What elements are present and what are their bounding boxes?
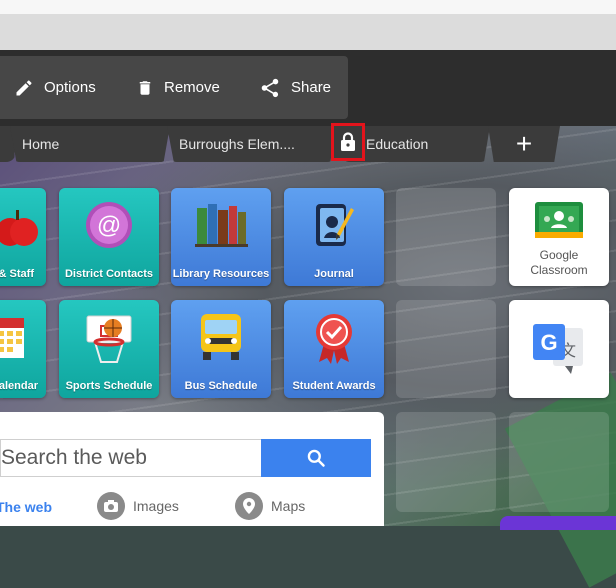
tab-education-label: Education <box>366 136 429 152</box>
plus-icon: + <box>515 128 533 159</box>
google-translate-icon: 文G <box>509 322 609 376</box>
award-ribbon-icon <box>284 310 384 364</box>
share-button[interactable]: Share <box>259 56 331 119</box>
tile-student-awards-label: Student Awards <box>292 380 376 392</box>
classroom-label-line1: Google <box>539 248 579 262</box>
tile-google-classroom[interactable]: Google Classroom <box>509 188 609 286</box>
calendar-icon <box>0 316 46 362</box>
search-tab-images[interactable]: Images <box>97 492 179 520</box>
search-placeholder: Search the web <box>1 446 147 469</box>
svg-text:G: G <box>540 330 557 355</box>
camera-icon <box>97 492 125 520</box>
tile-student-awards[interactable]: Student Awards <box>284 300 384 398</box>
remove-button[interactable]: Remove <box>136 56 220 119</box>
tile-calendar-label: alendar <box>0 380 38 392</box>
pencil-icon <box>16 80 32 95</box>
tile-calendar[interactable]: alendar <box>0 300 46 398</box>
search-button[interactable] <box>261 439 371 477</box>
empty-tile[interactable] <box>396 300 496 398</box>
tile-sports-schedule[interactable]: Sports Schedule <box>59 300 159 398</box>
tile-journal-label: Journal <box>314 268 354 280</box>
search-tab-images-label: Images <box>133 498 179 514</box>
options-label: Options <box>44 79 96 96</box>
tile-google-translate[interactable]: 文G <box>509 300 609 398</box>
tab-burroughs[interactable]: Burroughs Elem.... <box>167 126 337 162</box>
search-widget: Search the web The web Images Maps <box>0 412 384 526</box>
classroom-label-line2: Classroom <box>530 263 588 277</box>
journal-icon <box>284 200 384 252</box>
tile-library-resources[interactable]: Library Resources <box>171 188 271 286</box>
empty-tile[interactable] <box>396 412 496 512</box>
tab-home-label: Home <box>22 136 60 152</box>
lock-icon <box>341 132 355 151</box>
search-tab-maps-label: Maps <box>271 498 306 514</box>
share-label: Share <box>291 79 332 96</box>
browser-address-area <box>0 14 616 51</box>
add-tab-button[interactable]: + <box>488 126 560 162</box>
search-icon <box>307 449 325 467</box>
tile-district-contacts[interactable]: @ District Contacts <box>59 188 159 286</box>
search-tab-web-label: The web <box>0 499 53 515</box>
share-icon <box>261 78 279 97</box>
tile-district-contacts-label: District Contacts <box>64 268 154 280</box>
tab-lock-button[interactable] <box>331 123 365 161</box>
tile-bus-schedule[interactable]: Bus Schedule <box>171 300 271 398</box>
search-input[interactable]: Search the web <box>0 439 262 477</box>
purple-widget-edge[interactable] <box>500 516 616 530</box>
apple-icon <box>0 204 46 252</box>
tile-sports-schedule-label: Sports Schedule <box>65 380 153 392</box>
svg-text:@: @ <box>97 212 121 239</box>
trash-icon <box>139 80 151 95</box>
empty-tile[interactable] <box>509 412 609 512</box>
tab-burroughs-label: Burroughs Elem.... <box>179 136 295 152</box>
tile-bus-schedule-label: Bus Schedule <box>184 380 258 392</box>
remove-label: Remove <box>164 79 220 96</box>
school-bus-icon <box>171 310 271 362</box>
tile-journal[interactable]: Journal <box>284 188 384 286</box>
empty-tile[interactable] <box>396 188 496 286</box>
tile-staff-label: & Staff <box>0 268 34 280</box>
at-sign-icon: @ <box>59 200 159 250</box>
search-tab-web[interactable]: The web <box>0 499 52 515</box>
search-tab-maps[interactable]: Maps <box>235 492 305 520</box>
tile-library-resources-label: Library Resources <box>172 268 270 280</box>
basketball-hoop-icon <box>59 312 159 366</box>
browser-top-edge <box>0 0 616 14</box>
map-pin-icon <box>235 492 263 520</box>
tab-home[interactable]: Home <box>10 126 170 162</box>
tab-action-menu: Options Remove Share <box>0 56 348 119</box>
google-classroom-icon <box>509 198 609 242</box>
options-button[interactable]: Options <box>14 56 96 119</box>
books-icon <box>171 202 271 248</box>
tile-staff[interactable]: & Staff <box>0 188 46 286</box>
